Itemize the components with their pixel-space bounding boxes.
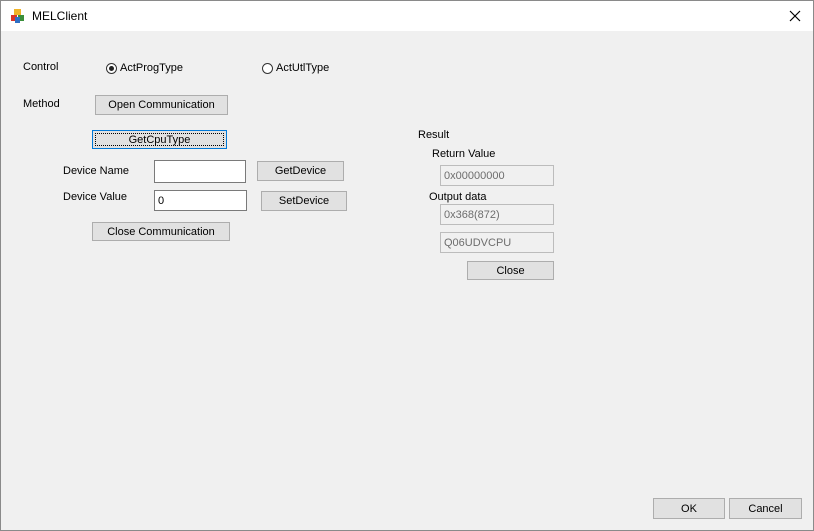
ok-button[interactable]: OK — [653, 498, 725, 519]
radio-indicator — [262, 62, 273, 74]
mel-client-window: MELClient Control ActProgType ActUtlType… — [0, 0, 814, 531]
control-label: Control — [23, 61, 59, 73]
method-label: Method — [23, 98, 60, 110]
close-communication-button[interactable]: Close Communication — [92, 222, 230, 241]
radio-label: ActProgType — [120, 62, 183, 74]
return-value-field: 0x00000000 — [440, 165, 554, 186]
open-communication-button[interactable]: Open Communication — [95, 95, 228, 115]
radio-indicator — [106, 62, 117, 74]
setdevice-button[interactable]: SetDevice — [261, 191, 347, 211]
cancel-button[interactable]: Cancel — [729, 498, 802, 519]
result-label: Result — [418, 129, 450, 141]
radio-label: ActUtlType — [276, 62, 330, 74]
device-name-input[interactable] — [154, 160, 246, 183]
device-name-label: Device Name — [63, 165, 130, 177]
output-data-label: Output data — [429, 191, 487, 203]
close-icon[interactable] — [777, 1, 813, 31]
mel-app-icon — [10, 8, 26, 24]
focus-ring — [95, 133, 224, 146]
getdevice-button[interactable]: GetDevice — [257, 161, 344, 181]
device-value-input[interactable]: 0 — [154, 190, 247, 211]
return-value-label: Return Value — [432, 148, 496, 160]
window-title: MELClient — [32, 9, 88, 23]
output-data-field: 0x368(872) — [440, 204, 554, 225]
device-value-label: Device Value — [63, 191, 127, 203]
getcputype-button[interactable]: GetCpuType — [92, 130, 227, 149]
radio-actutltype[interactable]: ActUtlType — [262, 62, 329, 74]
radio-actprogtype[interactable]: ActProgType — [106, 62, 183, 74]
output-data-field: Q06UDVCPU — [440, 232, 554, 253]
result-close-button[interactable]: Close — [467, 261, 554, 280]
title-bar: MELClient — [1, 1, 813, 31]
